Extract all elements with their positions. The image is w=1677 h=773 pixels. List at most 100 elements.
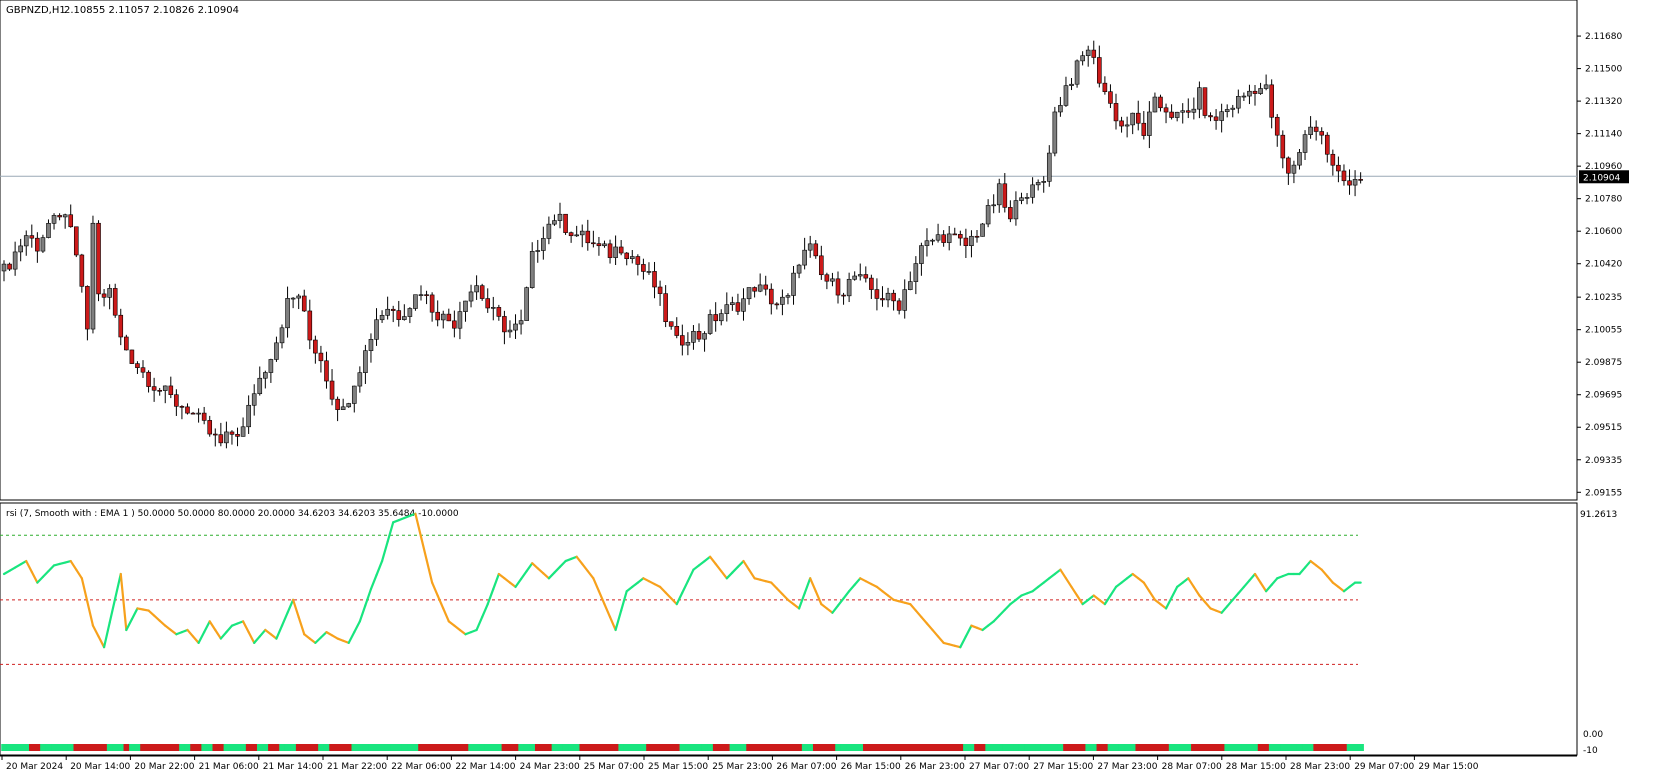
- candle-bear: [307, 310, 313, 341]
- rsi-state-cell: [534, 744, 542, 751]
- time-tick-label: 26 Mar 07:00: [776, 762, 836, 772]
- rsi-state-cell: [468, 744, 475, 751]
- candle-bear: [68, 214, 74, 228]
- rsi-state-cell: [879, 744, 886, 751]
- rsi-state-cell: [34, 744, 41, 751]
- rsi-state-cell: [551, 744, 558, 751]
- candle-bear: [301, 295, 307, 312]
- rsi-state-cell: [590, 744, 597, 751]
- rsi-state-cell: [368, 744, 375, 751]
- indicator-pane: [0, 502, 1578, 756]
- candle-bull: [457, 311, 463, 329]
- time-tick-label: 21 Mar 22:00: [327, 762, 387, 772]
- rsi-state-cell: [640, 744, 647, 751]
- candle-bear: [229, 431, 235, 435]
- candle-bull: [546, 223, 552, 239]
- rsi-state-cell: [573, 744, 580, 751]
- candle-bear: [101, 293, 107, 298]
- price-tick-label: 2.09695: [1585, 391, 1622, 401]
- rsi-state-cell: [284, 744, 291, 751]
- candle-bull: [902, 289, 908, 311]
- candle-bear: [1347, 180, 1352, 186]
- rsi-state-cell: [979, 744, 986, 751]
- rsi-state-cell: [384, 744, 391, 751]
- price-tick-label: 2.09515: [1585, 423, 1622, 433]
- candle-bull: [1174, 111, 1180, 118]
- candle-bull: [162, 385, 168, 391]
- rsi-state-cell: [796, 744, 803, 751]
- candle-bull: [518, 320, 524, 325]
- rsi-state-cell: [479, 744, 486, 751]
- rsi-state-cell: [529, 744, 536, 751]
- rsi-state-cell: [568, 744, 575, 751]
- candle-bull: [18, 245, 23, 253]
- rsi-state-cell: [290, 744, 297, 751]
- candle-bear: [1158, 96, 1163, 109]
- rsi-state-cell: [579, 744, 586, 751]
- candle-bull: [290, 297, 296, 300]
- rsi-state-cell: [323, 744, 330, 751]
- candle-bull: [1291, 164, 1297, 174]
- rsi-state-cell: [1129, 744, 1136, 751]
- candle-bull: [913, 263, 919, 282]
- candle-bear: [768, 288, 774, 305]
- candle-bear: [652, 271, 657, 288]
- price-tick-label: 2.09155: [1585, 488, 1622, 498]
- chart-canvas: GBPNZD,H1 2.10855 2.11057 2.10826 2.1090…: [0, 0, 1629, 772]
- rsi-state-cell: [1057, 744, 1064, 751]
- rsi-state-cell: [312, 744, 319, 751]
- candle-bear: [168, 385, 174, 396]
- rsi-state-cell: [1302, 744, 1309, 751]
- rsi-state-cell: [1052, 744, 1059, 751]
- rsi-state-cell: [401, 744, 408, 751]
- candle-bull: [991, 204, 996, 207]
- rsi-state-cell: [707, 744, 714, 751]
- rsi-state-cell: [1090, 744, 1098, 751]
- rsi-state-cell: [740, 744, 747, 751]
- rsi-state-cell: [929, 744, 936, 751]
- rsi-state-cell: [179, 744, 186, 751]
- rsi-state-cell: [67, 744, 74, 751]
- candle-bull: [691, 331, 696, 343]
- rsi-state-cell: [17, 744, 24, 751]
- candle-bull: [296, 295, 301, 299]
- candle-bear: [1213, 116, 1219, 121]
- rsi-state-cell: [1152, 744, 1159, 751]
- price-tick-label: 2.10055: [1585, 326, 1622, 336]
- candle-bull: [1030, 184, 1035, 198]
- rsi-state-cell: [1218, 744, 1225, 751]
- candle-bear: [958, 234, 963, 239]
- rsi-state-cell: [301, 744, 308, 751]
- candle-bull: [885, 292, 891, 301]
- candle-bear: [96, 222, 101, 295]
- candle-bear: [396, 310, 402, 320]
- rsi-state-cell: [1002, 744, 1009, 751]
- rsi-state-cell: [262, 744, 269, 751]
- rsi-state-cell: [968, 744, 975, 751]
- candle-bear: [1108, 91, 1113, 104]
- rsi-state-cell: [846, 744, 853, 751]
- rsi-state-cell: [712, 744, 719, 751]
- time-tick-label: 29 Mar 07:00: [1354, 762, 1414, 772]
- candle-bull: [224, 431, 229, 444]
- candle-bull: [351, 385, 357, 404]
- candle-bull: [969, 235, 974, 246]
- candle-bull: [1308, 126, 1313, 135]
- candle-bear: [318, 352, 324, 362]
- rsi-state-cell: [279, 744, 286, 751]
- candle-bull: [1247, 90, 1252, 97]
- candle-bear: [668, 321, 674, 327]
- rsi-state-cell: [1040, 744, 1047, 751]
- candle-bear: [1313, 126, 1319, 132]
- rsi-state-cell: [1179, 744, 1186, 751]
- rsi-state-cell: [1213, 744, 1220, 751]
- candle-bull: [730, 302, 735, 305]
- rsi-state-cell: [240, 744, 247, 751]
- candle-bull: [574, 234, 579, 237]
- indicator-axis: 91.2613 0.00 -10: [1580, 510, 1617, 756]
- candle-bear: [7, 263, 12, 270]
- candle-bear: [212, 433, 218, 436]
- rsi-state-cell: [1318, 744, 1325, 751]
- candle-bull: [1052, 111, 1058, 154]
- rsi-state-cell: [668, 744, 675, 751]
